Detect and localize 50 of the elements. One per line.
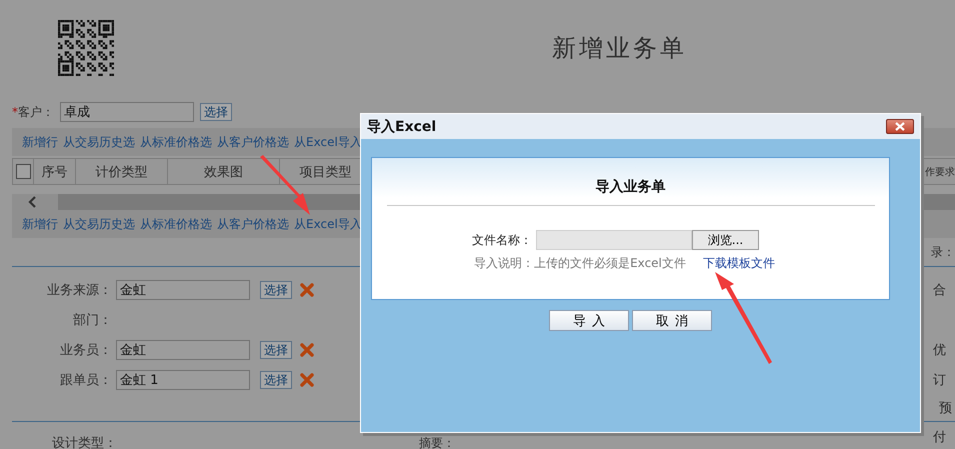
dialog-title: 导入Excel xyxy=(367,118,436,136)
toolbar-link[interactable]: 新增行 xyxy=(22,134,58,150)
toolbar-link[interactable]: 从客户价格选 xyxy=(217,134,289,150)
delete-icon[interactable] xyxy=(300,283,314,297)
close-button[interactable] xyxy=(886,119,914,134)
summary-label: 预 xyxy=(938,400,953,418)
toolbar-link[interactable]: 从客户价格选 xyxy=(217,216,289,232)
records-label: 录： xyxy=(931,244,955,260)
column-header: 序号 xyxy=(34,159,76,184)
column-header: 计价类型 xyxy=(76,159,168,184)
column-header: 作要求 xyxy=(925,166,955,178)
panel-heading: 导入业务单 xyxy=(596,178,666,196)
field-label: 跟单员： xyxy=(59,372,112,389)
summary-label: 付 xyxy=(933,429,947,447)
field-label: 部门： xyxy=(72,312,112,329)
page-title: 新增业务单 xyxy=(551,33,688,64)
staff-field[interactable]: 金虹 xyxy=(116,340,250,360)
chevron-left-icon[interactable] xyxy=(28,196,38,208)
staff-field[interactable]: 金虹 xyxy=(116,280,250,300)
toolbar-link[interactable]: 新增行 xyxy=(22,216,58,232)
delete-icon[interactable] xyxy=(300,373,314,387)
customer-field[interactable]: 卓成 xyxy=(60,102,194,122)
toolbar-link[interactable]: 从交易历史选 xyxy=(63,134,135,150)
select-all-checkbox[interactable] xyxy=(16,164,30,179)
file-name-label: 文件名称： xyxy=(472,232,532,248)
summary-label: 订 xyxy=(933,372,947,390)
summary-label: 合 xyxy=(933,282,947,300)
qr-code xyxy=(58,20,114,76)
select-button[interactable]: 选择 xyxy=(260,281,292,299)
customer-label: *客户： xyxy=(12,104,54,120)
summary-label: 优 xyxy=(933,342,947,360)
delete-icon[interactable] xyxy=(300,343,314,357)
field-label: 业务员： xyxy=(59,342,112,359)
select-button[interactable]: 选择 xyxy=(260,371,292,389)
import-button[interactable]: 导入 xyxy=(549,310,629,331)
staff-field[interactable]: 金虹 1 xyxy=(116,370,250,390)
toolbar-link[interactable]: 从交易历史选 xyxy=(63,216,135,232)
file-name-field[interactable] xyxy=(536,230,692,250)
field-label: 业务来源： xyxy=(46,282,112,299)
browse-button[interactable]: 浏览... xyxy=(692,230,759,250)
cancel-button[interactable]: 取消 xyxy=(632,310,712,331)
toolbar-link[interactable]: 从标准价格选 xyxy=(140,134,212,150)
import-note: 导入说明：上传的文件必须是Excel文件 xyxy=(474,255,686,272)
select-button[interactable]: 选择 xyxy=(260,341,292,359)
field-label: 设计类型： xyxy=(52,435,117,449)
close-icon xyxy=(894,122,906,131)
toolbar-link[interactable]: 从标准价格选 xyxy=(140,216,212,232)
select-button[interactable]: 选择 xyxy=(200,103,232,121)
download-template-link[interactable]: 下载模板文件 xyxy=(702,255,775,272)
field-label: 摘要： xyxy=(419,434,455,449)
